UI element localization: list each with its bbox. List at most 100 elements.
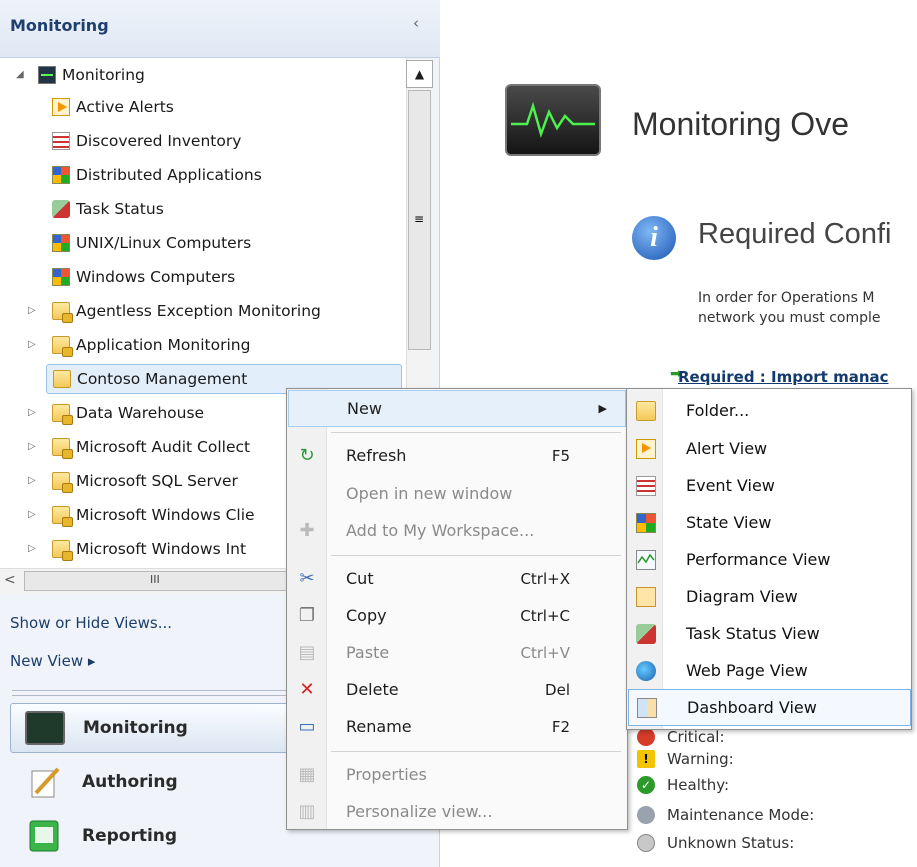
legend-label: Healthy: <box>667 776 730 794</box>
expand-arrow-icon[interactable]: ▷ <box>28 475 36 486</box>
locked-folder-icon <box>52 336 73 357</box>
legend-label: Critical: <box>667 728 725 746</box>
expand-arrow-icon[interactable]: ▷ <box>28 305 36 316</box>
tree-item-label: Contoso Management <box>77 370 248 388</box>
menu-item-properties[interactable]: ▦ Properties <box>288 756 626 793</box>
submenu-item-dashboard-view[interactable]: Dashboard View <box>628 689 911 726</box>
tree-item-label: Distributed Applications <box>76 166 262 184</box>
legend-label: Maintenance Mode: <box>667 806 815 824</box>
scroll-up-button[interactable]: ▲ <box>406 60 433 88</box>
tree-item-windows-computers[interactable]: Windows Computers <box>52 262 235 292</box>
menu-item-personalize-view[interactable]: ▥ Personalize view... <box>288 793 626 830</box>
legend-critical: Critical: <box>637 728 725 746</box>
new-view-link[interactable]: New View ▸ <box>10 652 95 670</box>
menu-item-shortcut: Ctrl+X <box>520 569 570 588</box>
expand-arrow-icon[interactable]: ▷ <box>28 407 36 418</box>
tree-item-label: Microsoft Windows Int <box>76 540 247 558</box>
submenu-item-label: Diagram View <box>686 587 798 606</box>
menu-item-new[interactable]: New ▶ <box>288 390 626 427</box>
info-paragraph-line: In order for Operations M <box>698 290 875 306</box>
required-configuration-heading: Required Confi <box>698 218 892 250</box>
report-icon <box>24 819 64 853</box>
menu-item-delete[interactable]: ✕ Delete Del <box>288 671 626 708</box>
menu-item-cut[interactable]: ✂ Cut Ctrl+X <box>288 560 626 597</box>
submenu-item-alert-view[interactable]: Alert View <box>628 430 911 467</box>
expand-arrow-icon[interactable]: ▷ <box>28 441 36 452</box>
locked-folder-icon <box>52 540 73 561</box>
submenu-item-label: Event View <box>686 476 775 495</box>
menu-item-paste[interactable]: ▤ Paste Ctrl+V <box>288 634 626 671</box>
menu-item-label: Add to My Workspace... <box>346 521 535 540</box>
tree-item-discovered-inventory[interactable]: Discovered Inventory <box>52 126 241 156</box>
scroll-left-button[interactable]: < <box>4 572 16 588</box>
tree-item-agentless-exception-monitoring[interactable]: ▷ Agentless Exception Monitoring <box>28 296 321 326</box>
submenu-arrow-icon: ▶ <box>598 402 607 415</box>
menu-item-shortcut: Ctrl+V <box>520 643 570 662</box>
legend-maintenance: Maintenance Mode: <box>637 806 814 824</box>
collapse-pane-button[interactable]: ‹ <box>413 14 419 32</box>
locked-folder-icon <box>52 438 73 459</box>
show-hide-views-link[interactable]: Show or Hide Views... <box>10 614 172 632</box>
scroll-grip-icon: III <box>150 573 160 586</box>
tree-item-microsoft-sql-server[interactable]: ▷ Microsoft SQL Server <box>28 466 238 496</box>
submenu-item-diagram-view[interactable]: Diagram View <box>628 578 911 615</box>
submenu-item-web-page-view[interactable]: Web Page View <box>628 652 911 689</box>
menu-item-label: Delete <box>346 680 399 699</box>
folder-icon <box>53 370 71 388</box>
submenu-item-performance-view[interactable]: Performance View <box>628 541 911 578</box>
menu-item-label: Rename <box>346 717 412 736</box>
alert-view-icon <box>52 98 70 116</box>
tree-item-microsoft-windows-client[interactable]: ▷ Microsoft Windows Clie <box>28 500 255 530</box>
page-title: Monitoring Ove <box>632 106 849 142</box>
tree-item-data-warehouse[interactable]: ▷ Data Warehouse <box>28 398 204 428</box>
workspace-label: Monitoring <box>83 718 188 738</box>
tree-item-label: Task Status <box>76 200 164 218</box>
submenu-item-label: Folder... <box>686 401 750 420</box>
menu-item-rename[interactable]: ▭ Rename F2 <box>288 708 626 745</box>
menu-item-label: Properties <box>346 765 427 784</box>
menu-item-open-new-window[interactable]: Open in new window <box>288 475 626 512</box>
legend-unknown: Unknown Status: <box>637 834 794 852</box>
submenu-item-task-status-view[interactable]: Task Status View <box>628 615 911 652</box>
add-workspace-icon: ✚ <box>299 519 315 541</box>
tree-item-distributed-applications[interactable]: Distributed Applications <box>52 160 262 190</box>
info-paragraph-line: network you must comple <box>698 310 881 326</box>
tree-item-monitoring[interactable]: ◢ Monitoring <box>16 60 145 90</box>
locked-folder-icon <box>52 302 73 323</box>
legend-label: Unknown Status: <box>667 834 795 852</box>
submenu-item-label: Alert View <box>686 439 768 458</box>
task-status-icon <box>636 623 656 644</box>
expand-arrow-icon[interactable]: ▷ <box>28 543 36 554</box>
submenu-item-event-view[interactable]: Event View <box>628 467 911 504</box>
tree-item-label: Microsoft SQL Server <box>76 472 238 490</box>
expand-arrow-icon[interactable]: ▷ <box>28 509 36 520</box>
personalize-icon: ▥ <box>298 800 316 822</box>
paste-icon: ▤ <box>298 641 316 663</box>
required-import-link[interactable]: Required : Import manac <box>678 368 889 386</box>
submenu-item-folder[interactable]: Folder... <box>628 392 911 429</box>
submenu-item-state-view[interactable]: State View <box>628 504 911 541</box>
critical-icon <box>637 728 655 746</box>
tree-item-microsoft-audit-collection[interactable]: ▷ Microsoft Audit Collect <box>28 432 250 462</box>
menu-item-refresh[interactable]: ↻ Refresh F5 <box>288 437 626 474</box>
tree-item-task-status[interactable]: Task Status <box>52 194 164 224</box>
tree-item-label: Monitoring <box>62 66 145 84</box>
expand-arrow-icon[interactable]: ▷ <box>28 339 36 350</box>
wrench-icon <box>637 806 655 824</box>
delete-icon: ✕ <box>299 678 315 700</box>
menu-item-shortcut: F5 <box>551 446 570 465</box>
locked-folder-icon <box>52 506 73 527</box>
tree-item-unix-linux-computers[interactable]: UNIX/Linux Computers <box>52 228 251 258</box>
tree-item-application-monitoring[interactable]: ▷ Application Monitoring <box>28 330 250 360</box>
refresh-icon: ↻ <box>299 444 315 466</box>
menu-item-label: New <box>347 399 382 418</box>
workspace-label: Authoring <box>82 772 178 792</box>
warning-icon: ! <box>637 750 655 768</box>
workspace-label: Reporting <box>82 826 178 846</box>
tree-item-microsoft-windows-internet[interactable]: ▷ Microsoft Windows Int <box>28 534 246 564</box>
tree-item-active-alerts[interactable]: Active Alerts <box>52 92 174 122</box>
collapse-arrow-icon[interactable]: ◢ <box>16 69 24 80</box>
menu-item-copy[interactable]: ❐ Copy Ctrl+C <box>288 597 626 634</box>
unknown-status-icon <box>637 834 655 852</box>
menu-item-add-to-workspace[interactable]: ✚ Add to My Workspace... <box>288 512 626 549</box>
